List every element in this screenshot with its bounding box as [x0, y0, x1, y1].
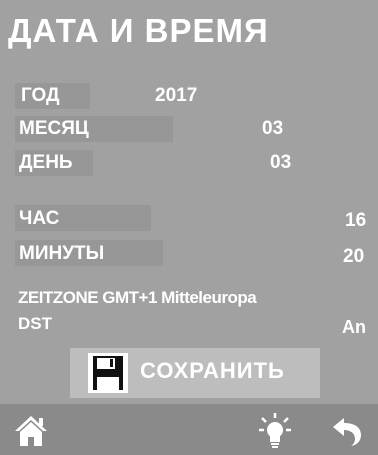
dst-value[interactable]: An [342, 317, 366, 338]
timezone-label[interactable]: ZEITZONE GMT+1 Mitteleuropa [18, 288, 257, 308]
day-value[interactable]: 03 [270, 152, 291, 174]
month-label: МЕСЯЦ [19, 118, 89, 139]
save-button-label: СОХРАНИТЬ [140, 358, 285, 383]
lightbulb-icon[interactable] [258, 412, 292, 455]
back-arrow-icon[interactable] [330, 414, 364, 453]
hour-label: ЧАС [19, 208, 60, 229]
minutes-value[interactable]: 20 [343, 246, 364, 268]
home-icon[interactable] [13, 414, 49, 453]
dst-label: DST [18, 314, 52, 333]
year-value[interactable]: 2017 [155, 85, 197, 107]
page-title: ДАТА И ВРЕМЯ [8, 12, 269, 49]
year-label: ГОД [21, 85, 60, 106]
hour-value[interactable]: 16 [345, 210, 366, 232]
day-label: ДЕНЬ [19, 152, 73, 173]
minutes-label: МИНУТЫ [19, 243, 105, 264]
date-time-screen: ДАТА И ВРЕМЯ ГОД 2017 МЕСЯЦ 03 ДЕНЬ 03 Ч… [0, 0, 378, 455]
month-value[interactable]: 03 [262, 118, 283, 140]
bottom-nav-bar [0, 404, 378, 455]
floppy-disk-icon [88, 353, 128, 393]
